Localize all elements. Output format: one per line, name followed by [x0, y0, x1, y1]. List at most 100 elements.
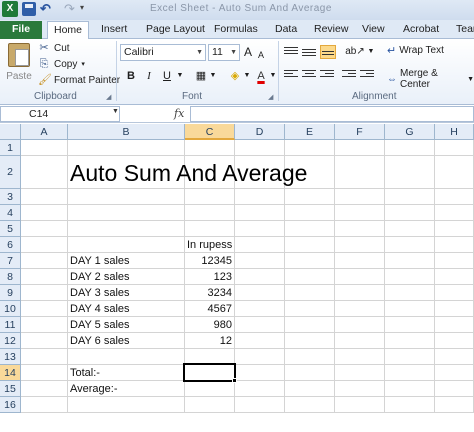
font-group-label: Font [182, 91, 203, 102]
grow-font-button[interactable]: A [244, 44, 252, 60]
redo-icon[interactable]: ↷ [64, 2, 78, 16]
row-header-6[interactable]: 6 [0, 237, 21, 253]
scissors-icon: ✂ [39, 42, 49, 54]
font-name-select[interactable]: Calibri ▼ [120, 44, 206, 61]
orientation-icon[interactable]: ab↗ [344, 44, 366, 60]
row-header-8[interactable]: 8 [0, 269, 21, 285]
align-center-icon[interactable] [302, 70, 316, 82]
sales-value: 4567 [207, 303, 232, 315]
row-header-15[interactable]: 15 [0, 381, 21, 397]
column-header-c[interactable]: C [185, 124, 235, 140]
grid-line [67, 140, 68, 413]
save-icon[interactable] [22, 2, 36, 16]
row-header-9[interactable]: 9 [0, 285, 21, 301]
column-header-f[interactable]: F [335, 124, 385, 140]
borders-icon[interactable]: ▦ [194, 68, 208, 84]
clipboard-launcher-icon[interactable]: ◢ [106, 93, 111, 101]
row-header-1[interactable]: 1 [0, 140, 21, 156]
clipboard-group-label: Clipboard [34, 91, 77, 102]
tab-file[interactable]: File [0, 21, 42, 39]
row-header-16[interactable]: 16 [0, 397, 21, 413]
increase-indent-icon[interactable] [360, 70, 374, 82]
tab-formulas[interactable]: Formulas [214, 21, 258, 39]
grid-line [21, 204, 474, 205]
name-box[interactable]: C14 [0, 106, 120, 122]
column-header-a[interactable]: A [21, 124, 68, 140]
paste-button[interactable]: Paste [4, 41, 34, 93]
copy-button[interactable]: ⎘ Copy ▾ [38, 56, 85, 72]
row-header-11[interactable]: 11 [0, 317, 21, 333]
align-top-icon[interactable] [284, 47, 298, 59]
row-header-3[interactable]: 3 [0, 189, 21, 205]
fill-handle[interactable] [232, 378, 237, 383]
day-label: DAY 1 sales [70, 255, 130, 267]
tab-data[interactable]: Data [275, 21, 297, 39]
cut-button[interactable]: ✂ Cut [38, 40, 69, 56]
tab-view[interactable]: View [362, 21, 385, 39]
chevron-down-icon[interactable]: ▼ [268, 68, 278, 84]
tab-review[interactable]: Review [314, 21, 348, 39]
font-color-icon[interactable]: A [254, 68, 268, 84]
grid-line [21, 188, 474, 189]
underline-button[interactable]: U [160, 68, 174, 84]
chevron-down-icon[interactable]: ▼ [112, 108, 119, 115]
sheet-title: Auto Sum And Average [70, 160, 308, 186]
merge-center-button[interactable]: ⇔ Merge & Center ▼ [387, 68, 474, 90]
formula-bar: C14 ▼ fx [0, 105, 474, 123]
window-title: Excel Sheet - Auto Sum And Average [150, 3, 332, 14]
fill-color-icon[interactable]: ◈ [228, 68, 242, 84]
total-label: Total:- [70, 367, 100, 379]
selected-cell[interactable] [183, 363, 236, 382]
column-header-b[interactable]: B [68, 124, 185, 140]
row-header-12[interactable]: 12 [0, 333, 21, 349]
chevron-down-icon[interactable]: ▼ [175, 68, 185, 84]
chevron-down-icon[interactable]: ▼ [366, 44, 376, 60]
formula-input[interactable] [190, 106, 474, 122]
font-launcher-icon[interactable]: ◢ [268, 93, 273, 101]
row-header-2[interactable]: 2 [0, 156, 21, 189]
tab-team[interactable]: Tear [456, 21, 474, 39]
format-painter-label: Format Painter [54, 74, 121, 86]
italic-button[interactable]: I [142, 68, 156, 84]
align-left-icon[interactable] [284, 70, 298, 82]
insert-function-icon[interactable]: fx [174, 107, 184, 120]
column-header-e[interactable]: E [285, 124, 335, 140]
decrease-indent-icon[interactable] [342, 70, 356, 82]
font-size-select[interactable]: 11 ▼ [208, 44, 240, 61]
undo-icon[interactable]: ↶ [40, 2, 54, 16]
wrap-text-button[interactable]: ↵ Wrap Text [387, 44, 444, 57]
ribbon-home: Paste ✂ Cut ⎘ Copy ▾ 🖌 Format Painter Cl… [0, 39, 474, 105]
row-header-5[interactable]: 5 [0, 221, 21, 237]
chevron-down-icon[interactable]: ▼ [242, 68, 252, 84]
align-middle-icon[interactable] [302, 47, 316, 59]
tab-home[interactable]: Home [47, 21, 89, 40]
tab-acrobat[interactable]: Acrobat [403, 21, 439, 39]
row-header-14[interactable]: 14 [0, 365, 21, 381]
column-header-d[interactable]: D [235, 124, 285, 140]
row-header-4[interactable]: 4 [0, 205, 21, 221]
column-header-h[interactable]: H [435, 124, 474, 140]
ribbon-tabs: File Home Insert Page Layout Formulas Da… [0, 20, 474, 40]
column-header-g[interactable]: G [385, 124, 435, 140]
select-all-button[interactable] [0, 124, 21, 140]
chevron-down-icon[interactable]: ▼ [467, 76, 474, 83]
chevron-down-icon[interactable]: ▼ [208, 68, 218, 84]
excel-logo-icon: X [2, 1, 18, 17]
wrap-text-icon: ↵ [387, 45, 397, 57]
format-painter-button[interactable]: 🖌 Format Painter [38, 72, 120, 88]
bold-button[interactable]: B [124, 68, 138, 84]
shrink-font-button[interactable]: A [258, 47, 264, 63]
tab-insert[interactable]: Insert [101, 21, 127, 39]
align-right-icon[interactable] [320, 70, 334, 82]
row-header-13[interactable]: 13 [0, 349, 21, 365]
row-header-7[interactable]: 7 [0, 253, 21, 269]
grid-line [21, 412, 474, 413]
column-header-label: In rupess [187, 239, 233, 251]
grid-line [21, 236, 474, 237]
tab-page-layout[interactable]: Page Layout [146, 21, 205, 39]
group-divider [278, 41, 279, 101]
align-bottom-icon[interactable] [320, 45, 336, 59]
row-header-10[interactable]: 10 [0, 301, 21, 317]
customize-quick-access-icon[interactable]: ▾ [80, 3, 84, 12]
copy-dropdown-icon[interactable]: ▾ [81, 60, 85, 68]
